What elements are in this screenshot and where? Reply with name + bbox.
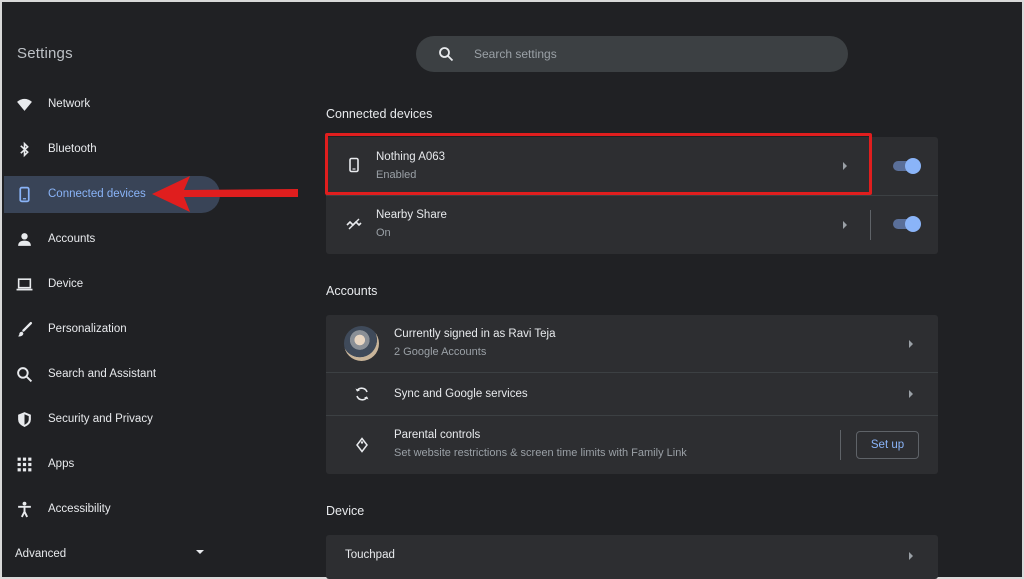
account-row-signed-in[interactable]: Currently signed in as Ravi Teja 2 Googl… [326,315,938,372]
sidebar-item-network[interactable]: Network [4,86,220,123]
parental-controls-label: Parental controls [394,429,481,441]
chevron-right-icon [909,552,913,560]
chevron-right-icon [843,221,847,229]
sidebar-item-label: Security and Privacy [48,413,153,425]
row-separator [870,151,871,181]
sidebar-item-label: Apps [48,458,75,470]
nearby-share-toggle[interactable] [891,216,921,232]
sidebar-item-personalization[interactable]: Personalization [4,311,220,348]
sidebar-item-device[interactable]: Device [4,266,220,303]
phone-icon [19,186,30,203]
sidebar-item-label: Connected devices [48,188,146,200]
sidebar-item-label: Accounts [48,233,96,245]
account-row-sync[interactable]: Sync and Google services [326,373,938,415]
connected-devices-card: Nothing A063 Enabled Nearby Share On [326,137,938,254]
nothing-a063-toggle[interactable] [891,158,921,174]
sidebar-item-security-and-privacy[interactable]: Security and Privacy [4,401,220,438]
search-bar[interactable]: Search settings [416,36,848,72]
row-separator [840,430,841,460]
device-card: Touchpad [326,535,938,579]
parental-controls-description: Set website restrictions & screen time l… [394,447,687,459]
sidebar-item-accessibility[interactable]: Accessibility [4,491,220,528]
sidebar-item-bluetooth[interactable]: Bluetooth [4,131,220,168]
sidebar: Network Bluetooth Connected devices Acco… [0,82,230,579]
toggle-knob [905,216,921,232]
search-icon [439,47,454,62]
sidebar-item-label: Device [48,278,84,290]
sidebar-item-label: Personalization [48,323,127,335]
chevron-right-icon [909,340,913,348]
nearby-share-icon [346,218,362,230]
account-name: Currently signed in as Ravi Teja [394,328,556,340]
account-row-parental-controls: Parental controls Set website restrictio… [326,416,938,474]
bluetooth-icon [20,141,29,158]
device-name: Nothing A063 [376,151,446,163]
sidebar-item-label: Bluetooth [48,143,97,155]
sidebar-advanced-toggle[interactable]: Advanced [15,544,215,564]
device-status: Enabled [376,169,417,181]
toggle-knob [905,158,921,174]
header: Settings Search settings [0,0,1024,80]
row-separator [870,210,871,240]
sync-icon [355,387,369,401]
accounts-card: Currently signed in as Ravi Teja 2 Googl… [326,315,938,474]
sidebar-item-label: Accessibility [48,503,111,515]
chevron-right-icon [843,162,847,170]
advanced-label: Advanced [15,548,67,560]
section-title-accounts: Accounts [326,284,378,298]
set-up-button[interactable]: Set up [856,431,919,459]
sidebar-item-search-and-assistant[interactable]: Search and Assistant [4,356,220,393]
parental-controls-icon [356,437,368,453]
touchpad-label: Touchpad [345,549,395,561]
accessibility-icon [18,501,31,518]
grid-icon [17,457,32,472]
page-title: Settings [17,45,73,62]
brush-icon [18,321,33,337]
device-row-touchpad[interactable]: Touchpad [326,535,938,579]
section-title-connected-devices: Connected devices [326,107,433,121]
person-icon [18,233,31,246]
device-row-nearby-share[interactable]: Nearby Share On [326,196,938,254]
account-count: 2 Google Accounts [394,346,487,358]
section-title-device: Device [326,504,365,518]
sidebar-item-accounts[interactable]: Accounts [4,221,220,258]
avatar [344,326,379,361]
phone-icon [349,157,359,173]
annotation-arrow [152,176,298,212]
device-row-nothing-a063[interactable]: Nothing A063 Enabled [326,137,938,195]
sidebar-item-apps[interactable]: Apps [4,446,220,483]
laptop-icon [16,278,33,291]
search-input[interactable]: Search settings [474,47,557,61]
sidebar-item-label: Search and Assistant [48,368,157,380]
device-status: On [376,227,391,239]
sync-label: Sync and Google services [394,388,528,400]
caret-down-icon [196,550,204,554]
sidebar-item-label: Network [48,98,91,110]
chevron-right-icon [909,390,913,398]
shield-icon [18,412,31,427]
device-name: Nearby Share [376,209,447,221]
search-icon [17,367,33,383]
wifi-icon [17,98,32,111]
